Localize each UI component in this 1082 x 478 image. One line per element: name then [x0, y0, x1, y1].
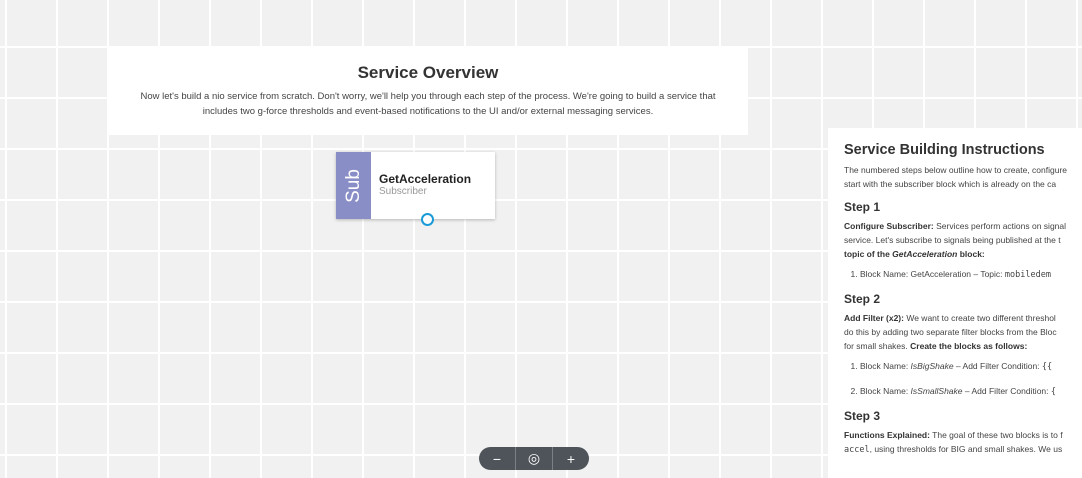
- step2-item2-italic: IsSmallShake: [910, 386, 963, 396]
- instructions-intro-line2: start with the subscriber block which is…: [844, 179, 1057, 189]
- step2-item2-prefix: Block Name:: [860, 386, 911, 396]
- step1-text-line3-suffix: block:: [957, 249, 985, 259]
- step2-item2-suffix: – Add Filter Condition:: [962, 386, 1051, 396]
- step3-label: Functions Explained:: [844, 430, 930, 440]
- overview-title: Service Overview: [357, 63, 499, 82]
- block-type-tab-label: Sub: [342, 168, 364, 203]
- step2-list-item-small: Block Name: IsSmallShake – Add Filter Co…: [860, 384, 1082, 399]
- step2-item1-prefix: Block Name:: [860, 361, 911, 371]
- service-overview-card: Service Overview Now let's build a nio s…: [108, 47, 748, 135]
- step1-block-name-italic: GetAcceleration: [892, 249, 958, 259]
- step1-label: Configure Subscriber:: [844, 221, 934, 231]
- block-name: GetAcceleration: [379, 172, 472, 186]
- step2-list-item-big: Block Name: IsBigShake – Add Filter Cond…: [860, 359, 1082, 374]
- step3-text-line1: The goal of these two blocks is to f: [929, 430, 1063, 440]
- instructions-title: Service Building Instructions: [844, 142, 1045, 158]
- step2-item1-italic: IsBigShake: [910, 361, 954, 371]
- instructions-intro: The numbered steps below outline how to …: [844, 163, 1082, 191]
- step1-text: Configure Subscriber: Services perform a…: [844, 219, 1082, 261]
- block-type: Subscriber: [379, 186, 427, 197]
- overview-description: Now let's build a nio service from scrat…: [132, 89, 724, 119]
- step2-text: Add Filter (x2): We want to create two d…: [844, 311, 1082, 353]
- overview-description-line2: includes two g-force thresholds and even…: [202, 106, 654, 117]
- instructions-intro-line1: The numbered steps below outline how to …: [844, 165, 1068, 175]
- get-acceleration-block[interactable]: Sub GetAcceleration Subscriber: [336, 152, 495, 226]
- step2-text-line2: do this by adding two separate filter bl…: [844, 327, 1057, 337]
- step2-text-line3-bold: Create the blocks as follows:: [910, 341, 1028, 351]
- step3-text-line2: , using thresholds for BIG and small sha…: [869, 444, 1063, 454]
- step2-label: Add Filter (x2):: [844, 313, 904, 323]
- block-type-tab: Sub: [336, 152, 371, 219]
- step1-item-code: mobiledem: [1004, 270, 1051, 280]
- zoom-in-button[interactable]: +: [552, 447, 589, 470]
- block-body: GetAcceleration Subscriber: [371, 152, 471, 219]
- step3-text: Functions Explained: The goal of these t…: [844, 428, 1082, 457]
- step3-heading: Step 3: [844, 409, 881, 423]
- step2-text-line3: for small shakes.: [844, 341, 911, 351]
- instructions-panel: Service Building Instructions The number…: [828, 128, 1082, 478]
- step2-text-line1: We want to create two different threshol: [903, 313, 1056, 323]
- step3-text-line2-code: accel: [844, 445, 870, 455]
- step2-list: Block Name: IsBigShake – Add Filter Cond…: [844, 359, 1082, 399]
- step1-text-line3-prefix: topic of the: [844, 249, 893, 259]
- zoom-controls: − ◎ +: [479, 447, 589, 470]
- step2-item1-suffix: – Add Filter Condition:: [953, 361, 1042, 371]
- zoom-out-button[interactable]: −: [479, 447, 515, 470]
- step1-list-item: Block Name: GetAcceleration – Topic: mob…: [860, 267, 1082, 282]
- step2-heading: Step 2: [844, 292, 881, 306]
- step1-text-line2: service. Let's subscribe to signals bein…: [844, 235, 1061, 245]
- step2-item2-code: {: [1050, 387, 1056, 397]
- step1-item-text: Block Name: GetAcceleration – Topic:: [860, 269, 1005, 279]
- block-output-port[interactable]: [421, 213, 434, 226]
- step1-text-line1: Services perform actions on signal: [933, 221, 1067, 231]
- step1-heading: Step 1: [844, 200, 881, 214]
- step1-list: Block Name: GetAcceleration – Topic: mob…: [844, 267, 1082, 282]
- recenter-button[interactable]: ◎: [515, 447, 552, 470]
- step2-item1-code: {{: [1041, 362, 1053, 372]
- overview-description-line1: Now let's build a nio service from scrat…: [140, 91, 716, 102]
